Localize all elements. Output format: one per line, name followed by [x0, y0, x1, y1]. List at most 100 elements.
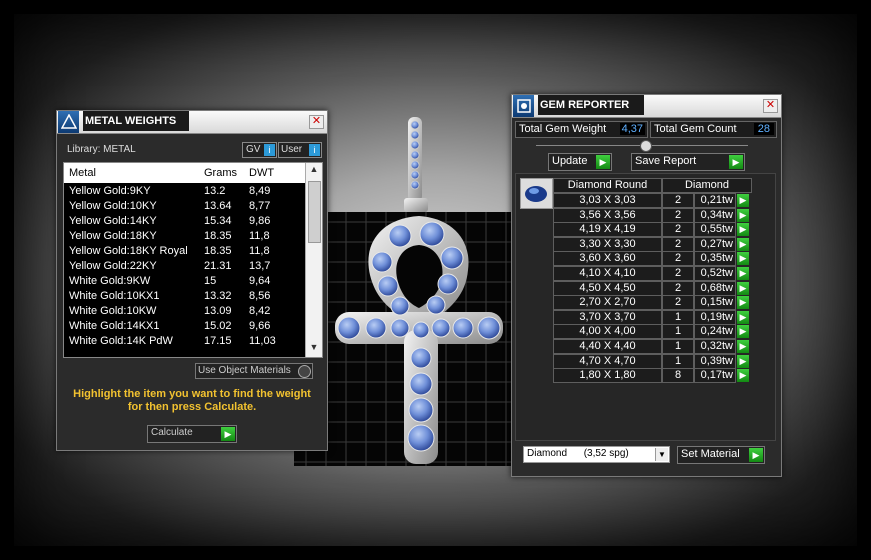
- gem-cell-size[interactable]: 3,30 X 3,30: [553, 236, 662, 252]
- row-select-arrow-icon[interactable]: ▶: [737, 325, 749, 339]
- metal-cell-dwt: 11,03: [249, 335, 276, 347]
- row-select-arrow-icon[interactable]: ▶: [737, 369, 749, 383]
- scroll-down-icon[interactable]: ▼: [306, 342, 322, 356]
- gem-cell-weight[interactable]: 0,35tw: [694, 251, 736, 267]
- gv-button[interactable]: GV i: [242, 142, 277, 158]
- gem-cell-weight[interactable]: 0,24tw: [694, 324, 736, 340]
- gem-cell-weight[interactable]: 0,27tw: [694, 236, 736, 252]
- metal-list-row[interactable]: White Gold:10KX1 13.32 8,56: [64, 289, 305, 304]
- row-select-arrow-icon[interactable]: ▶: [737, 310, 749, 324]
- metal-cell-grams: 15: [204, 275, 217, 287]
- gem-cell-size[interactable]: 4,00 X 4,00: [553, 324, 662, 340]
- gem-cell-size[interactable]: 4,40 X 4,40: [553, 339, 662, 354]
- gem-cell-count[interactable]: 2: [662, 193, 694, 208]
- dropdown-arrow-icon: ▼: [655, 448, 668, 461]
- metal-list-scrollbar[interactable]: ▲ ▼: [305, 163, 322, 357]
- gem-cell-size[interactable]: 3,60 X 3,60: [553, 251, 662, 267]
- gem-cell-count[interactable]: 2: [662, 207, 694, 223]
- save-report-button[interactable]: Save Report ▶: [631, 153, 745, 171]
- gem-cell-weight[interactable]: 0,39tw: [694, 353, 736, 369]
- gem-cell-count[interactable]: 1: [662, 339, 694, 354]
- gem-cell-size[interactable]: 4,50 X 4,50: [553, 280, 662, 296]
- gem-cell-count[interactable]: 2: [662, 280, 694, 296]
- col-dwt[interactable]: DWT: [249, 167, 274, 179]
- close-icon[interactable]: ✕: [763, 99, 778, 113]
- metal-list-row[interactable]: Yellow Gold:22KY 21.31 13,7: [64, 259, 305, 274]
- gem-cell-count[interactable]: 2: [662, 295, 694, 311]
- update-button[interactable]: Update ▶: [548, 153, 612, 171]
- gem-cell-weight[interactable]: 0,68tw: [694, 280, 736, 296]
- metal-cell-grams: 13.2: [204, 185, 226, 197]
- gem-cell-weight[interactable]: 0,15tw: [694, 295, 736, 311]
- row-select-arrow-icon[interactable]: ▶: [737, 237, 749, 251]
- metal-list-row[interactable]: White Gold:14K PdW 17.15 11,03: [64, 334, 305, 349]
- metal-list-row[interactable]: Yellow Gold:14KY 15.34 9,86: [64, 214, 305, 229]
- gem-cell-size[interactable]: 4,19 X 4,19: [553, 222, 662, 238]
- row-select-arrow-icon[interactable]: ▶: [737, 281, 749, 295]
- gem-cell-size[interactable]: 2,70 X 2,70: [553, 295, 662, 311]
- gem-cell-count[interactable]: 8: [662, 368, 694, 384]
- gem-cell-size[interactable]: 3,03 X 3,03: [553, 193, 662, 208]
- row-select-arrow-icon[interactable]: ▶: [737, 223, 749, 237]
- metal-weights-titlebar[interactable]: METAL WEIGHTS ✕: [57, 111, 327, 134]
- metal-list-row[interactable]: White Gold:14KX1 15.02 9,66: [64, 319, 305, 334]
- metal-list[interactable]: Metal Grams DWT Yellow Gold:9KY 13.2 8,49 Y…: [63, 162, 323, 358]
- metal-list-row[interactable]: White Gold:9KW 15 9,64: [64, 274, 305, 289]
- gem-cell-count[interactable]: 1: [662, 324, 694, 340]
- gem-cell-size[interactable]: 3,56 X 3,56: [553, 207, 662, 223]
- gem-cell-count[interactable]: 1: [662, 353, 694, 369]
- material-select[interactable]: Diamond (3,52 spg) ▼: [523, 446, 670, 463]
- total-gem-count-row: Total Gem Count 28: [650, 121, 777, 138]
- metal-list-row[interactable]: White Gold:10KW 13.09 8,42: [64, 304, 305, 319]
- row-select-arrow-icon[interactable]: ▶: [737, 194, 749, 207]
- set-material-button[interactable]: Set Material ▶: [677, 446, 765, 464]
- gem-cell-count[interactable]: 2: [662, 266, 694, 281]
- gem-cell-weight[interactable]: 0,17tw: [694, 368, 736, 384]
- gem-cell-count[interactable]: 2: [662, 222, 694, 238]
- gem-cell-weight[interactable]: 0,55tw: [694, 222, 736, 238]
- gem-cell-weight[interactable]: 0,52tw: [694, 266, 736, 281]
- row-select-arrow-icon[interactable]: ▶: [737, 252, 749, 266]
- use-object-materials-checkbox[interactable]: Use Object Materials: [195, 363, 313, 379]
- metal-cell-metal: Yellow Gold:18KY Royal: [69, 245, 188, 257]
- metal-cell-dwt: 9,86: [249, 215, 271, 227]
- col-metal[interactable]: Metal: [69, 167, 96, 179]
- row-select-arrow-icon[interactable]: ▶: [737, 340, 749, 353]
- gem-cell-count[interactable]: 2: [662, 251, 694, 267]
- metal-list-row[interactable]: Yellow Gold:18KY 18.35 11,8: [64, 229, 305, 244]
- gem-cell-weight[interactable]: 0,21tw: [694, 193, 736, 208]
- info-icon: i: [309, 144, 320, 156]
- gem-cell-count[interactable]: 2: [662, 236, 694, 252]
- col-grams[interactable]: Grams: [204, 167, 237, 179]
- gem-cell-size[interactable]: 3,70 X 3,70: [553, 309, 662, 325]
- gem-shape-thumbnail[interactable]: [520, 178, 553, 209]
- gem-reporter-panel: GEM REPORTER ✕ Total Gem Weight 4,37 Tot…: [511, 94, 782, 477]
- gem-cell-size[interactable]: 4,70 X 4,70: [553, 353, 662, 369]
- metal-weights-title: METAL WEIGHTS: [83, 111, 189, 131]
- metal-weights-panel: METAL WEIGHTS ✕ Library: METAL GV i User…: [56, 110, 328, 451]
- row-select-arrow-icon[interactable]: ▶: [737, 296, 749, 310]
- metal-cell-grams: 13.32: [204, 290, 232, 302]
- gem-col-material[interactable]: Diamond: [662, 178, 752, 193]
- row-select-arrow-icon[interactable]: ▶: [737, 267, 749, 280]
- row-select-arrow-icon[interactable]: ▶: [737, 208, 749, 222]
- gem-reporter-titlebar[interactable]: GEM REPORTER ✕: [512, 95, 781, 118]
- gem-cell-size[interactable]: 4,10 X 4,10: [553, 266, 662, 281]
- slider-knob[interactable]: [640, 140, 652, 152]
- gem-cell-weight[interactable]: 0,32tw: [694, 339, 736, 354]
- scroll-up-icon[interactable]: ▲: [306, 164, 322, 178]
- gem-col-shape[interactable]: Diamond Round: [553, 178, 662, 193]
- total-gem-weight-row: Total Gem Weight 4,37: [515, 121, 648, 138]
- gem-cell-size[interactable]: 1,80 X 1,80: [553, 368, 662, 384]
- close-icon[interactable]: ✕: [309, 115, 324, 129]
- gem-cell-weight[interactable]: 0,34tw: [694, 207, 736, 223]
- calculate-button[interactable]: Calculate ▶: [147, 425, 237, 443]
- row-select-arrow-icon[interactable]: ▶: [737, 354, 749, 368]
- metal-list-row[interactable]: Yellow Gold:10KY 13.64 8,77: [64, 199, 305, 214]
- metal-list-row[interactable]: Yellow Gold:9KY 13.2 8,49: [64, 184, 305, 199]
- gem-cell-count[interactable]: 1: [662, 309, 694, 325]
- scroll-thumb[interactable]: [308, 181, 321, 243]
- gem-cell-weight[interactable]: 0,19tw: [694, 309, 736, 325]
- user-button[interactable]: User i: [278, 142, 322, 158]
- metal-list-row[interactable]: Yellow Gold:18KY Royal 18.35 11,8: [64, 244, 305, 259]
